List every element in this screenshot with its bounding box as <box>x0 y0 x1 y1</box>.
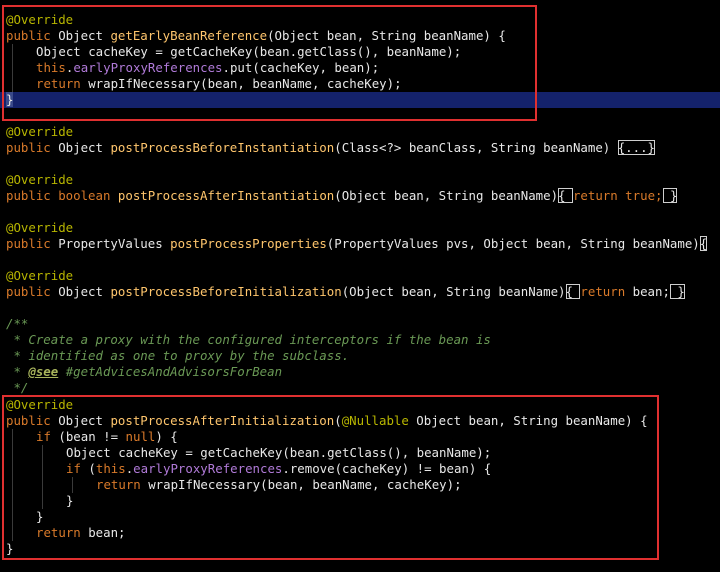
folded-region[interactable]: { <box>699 236 708 251</box>
folded-region[interactable]: } <box>669 284 685 299</box>
code-line: public PropertyValues postProcessPropert… <box>6 236 708 251</box>
code-line: @Override <box>6 268 74 283</box>
folded-region[interactable]: { <box>565 284 581 299</box>
comment-line: /** <box>6 316 29 331</box>
code-line: @Override <box>6 124 74 139</box>
code-line: @Override <box>6 220 74 235</box>
highlight-box-early-reference <box>2 5 537 121</box>
folded-region[interactable]: } <box>662 188 678 203</box>
code-line: public Object postProcessBeforeInstantia… <box>6 140 656 155</box>
folded-region[interactable]: { <box>558 188 573 203</box>
folded-region[interactable]: {...} <box>617 140 656 155</box>
comment-line: * identified as one to proxy by the subc… <box>6 348 350 363</box>
code-line: public boolean postProcessAfterInstantia… <box>6 188 678 203</box>
comment-line: * Create a proxy with the configured int… <box>6 332 491 347</box>
code-line: @Override <box>6 172 74 187</box>
code-editor[interactable]: @Override public Object getEarlyBeanRefe… <box>0 0 720 572</box>
comment-line: */ <box>6 380 29 395</box>
highlight-box-after-initialization <box>2 395 659 560</box>
comment-line: * @see #getAdvicesAndAdvisorsForBean <box>6 364 283 379</box>
code-line: public Object postProcessBeforeInitializ… <box>6 284 685 299</box>
